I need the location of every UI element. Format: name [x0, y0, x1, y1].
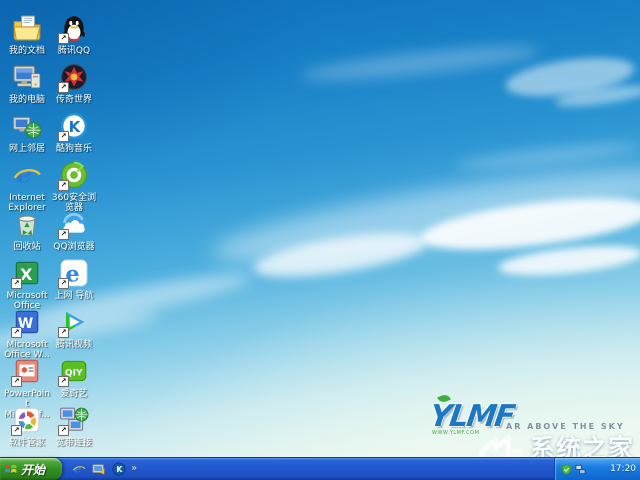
shortcut-arrow-overlay: ↗: [58, 327, 69, 338]
excel-icon: X ↗: [12, 258, 42, 288]
desktop-icon-tencent-qq[interactable]: ↗ 腾讯QQ: [50, 13, 98, 56]
qq-icon: ↗: [59, 13, 89, 43]
enav-icon: e ↗: [59, 258, 89, 288]
desktop-icon-software-manager[interactable]: ↗ 软件管家: [3, 405, 51, 448]
quick-launch-bar: e K »: [71, 462, 137, 477]
kugou-music-quicklaunch-button[interactable]: K: [111, 462, 126, 477]
shortcut-arrow-overlay: ↗: [58, 180, 69, 191]
shortcut-arrow-overlay: ↗: [58, 229, 69, 240]
desktop-icon-internet-navigation[interactable]: e ↗ 上网 导航: [50, 258, 98, 301]
svg-text:K: K: [116, 465, 123, 474]
desktop-icon-label: 腾讯视频: [50, 340, 98, 350]
desktop-icon-label: 酷狗音乐: [50, 144, 98, 154]
ylmf-site-text: WWW.YLMF.COM: [432, 430, 479, 436]
security-tray-icon[interactable]: [561, 464, 572, 475]
shortcut-arrow-overlay: ↗: [58, 131, 69, 142]
desktop-icon-label: 我的电脑: [3, 95, 51, 105]
network-tray-icon[interactable]: [575, 464, 586, 475]
desktop-icon-my-documents[interactable]: ↗ 我的文档: [3, 13, 51, 56]
shortcut-arrow-overlay: ↗: [58, 376, 69, 387]
desktop-icon-my-computer[interactable]: ↗ 我的电脑: [3, 62, 51, 105]
icon-glyph: [12, 13, 42, 43]
network-icon: ↗: [12, 111, 42, 141]
word-icon: W ↗: [12, 307, 42, 337]
desktop-icon-iqiyi[interactable]: QIY ↗ 爱奇艺: [50, 356, 98, 399]
desktop-icon-label: 腾讯QQ: [50, 46, 98, 56]
internet-explorer-quicklaunch-button[interactable]: e: [71, 462, 86, 477]
iqiyi-icon: QIY ↗: [59, 356, 89, 386]
shortcut-arrow-overlay: ↗: [11, 327, 22, 338]
desktop-icon-legend-of-world[interactable]: ↗ 传奇世界: [50, 62, 98, 105]
desktop-icon-internet-explorer[interactable]: e ↗ Internet Explorer: [3, 160, 51, 214]
icon-glyph: [12, 111, 42, 141]
desktop-icon-tencent-video[interactable]: ↗ 腾讯视频: [50, 307, 98, 350]
shortcut-arrow-overlay: ↗: [11, 376, 22, 387]
tvideo-icon: ↗: [59, 307, 89, 337]
desktop-icon-label: 传奇世界: [50, 95, 98, 105]
desktop-icon-recycle-bin[interactable]: ↗ 回收站: [3, 209, 51, 252]
desktop-icon-ms-office-word[interactable]: W ↗ Microsoft Office W...: [3, 307, 51, 361]
system-tray: 17:20: [554, 458, 640, 480]
taskbar: 开始 e K » 17:20: [0, 457, 640, 480]
desktop-icon-360-safe-browser[interactable]: ↗ 360安全浏览器: [50, 160, 98, 214]
broadband-icon: ↗: [59, 405, 89, 435]
qqbrowser-icon: ↗: [59, 209, 89, 239]
ie-icon: e ↗: [12, 160, 42, 190]
icon-glyph: [12, 62, 42, 92]
folder-icon: ↗: [12, 13, 42, 43]
quick-launch-overflow-chevron[interactable]: »: [131, 464, 137, 474]
show-desktop-quicklaunch-button[interactable]: [91, 462, 106, 477]
kugou-icon: K ↗: [59, 111, 89, 141]
shortcut-arrow-overlay: ↗: [58, 82, 69, 93]
shortcut-arrow-overlay: ↗: [11, 425, 22, 436]
desktop-icon-label: 我的文档: [3, 46, 51, 56]
shortcut-arrow-overlay: ↗: [58, 425, 69, 436]
browser360-icon: ↗: [59, 160, 89, 190]
shortcut-arrow-overlay: ↗: [11, 278, 22, 289]
legend-icon: ↗: [59, 62, 89, 92]
desktop-icon-label: 宽带连接: [50, 438, 98, 448]
ppt-icon: ↗: [12, 356, 42, 386]
desktop-icon-kugou-music[interactable]: K ↗ 酷狗音乐: [50, 111, 98, 154]
desktop-icon-network-places[interactable]: ↗ 网上邻居: [3, 111, 51, 154]
desktop-icon-label: 网上邻居: [3, 144, 51, 154]
shortcut-arrow-overlay: ↗: [58, 278, 69, 289]
start-button[interactable]: 开始: [0, 458, 62, 480]
recycle-icon: ↗: [12, 209, 42, 239]
desktop-icon-label: 爱奇艺: [50, 389, 98, 399]
screen: ↗ 我的文档 ↗ 腾讯QQ ↗ 我的电脑 ↗ 传奇世界 ↗ 网上邻居 K ↗ 酷…: [0, 0, 640, 480]
computer-icon: ↗: [12, 62, 42, 92]
desktop-icon-qq-browser[interactable]: ↗ QQ浏览器: [50, 209, 98, 252]
start-button-label: 开始: [21, 461, 45, 478]
desktop-icon-label: 上网 导航: [50, 291, 98, 301]
desktop-icon-broadband-connection[interactable]: ↗ 宽带连接: [50, 405, 98, 448]
svg-text:K: K: [69, 118, 82, 136]
windows-flag-icon: [4, 462, 18, 476]
taskbar-clock[interactable]: 17:20: [610, 464, 636, 474]
desktop-icon-label: 回收站: [3, 242, 51, 252]
shortcut-arrow-overlay: ↗: [58, 33, 69, 44]
desktop-icon-label: QQ浏览器: [50, 242, 98, 252]
softmgr-icon: ↗: [12, 405, 42, 435]
icon-glyph: e: [12, 160, 42, 190]
icon-glyph: [12, 209, 42, 239]
desktop-icon-label: 软件管家: [3, 438, 51, 448]
